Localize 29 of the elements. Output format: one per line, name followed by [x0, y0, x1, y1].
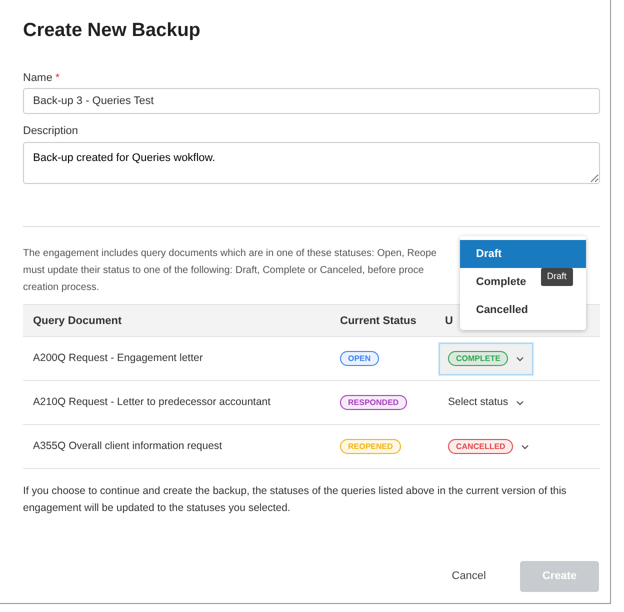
column-header: Current Status — [340, 314, 416, 327]
caret-icon — [516, 400, 524, 406]
dialog-title: Create New Backup — [23, 20, 202, 43]
menu-item[interactable]: Draft — [460, 240, 586, 268]
status-select[interactable]: CANCELLED — [439, 430, 538, 463]
name-field[interactable]: Back-up 3 - Queries Test — [23, 88, 600, 114]
status-badge: RESPONDED — [340, 394, 407, 410]
field-label: Description — [23, 124, 80, 140]
cancel-button[interactable]: Cancel — [436, 562, 502, 591]
description-field[interactable]: Back-up created for Queries wokflow. — [23, 142, 600, 184]
status-select[interactable]: Select status — [439, 386, 534, 419]
document-name: A210Q Request - Letter to predecessor accountant — [33, 396, 271, 408]
caret-icon — [516, 356, 524, 362]
footer-note: If you choose to continue and create the backup, the statuses of the queries listed above in the current version of this engagement will be updated to the statuses you selected. — [23, 484, 568, 516]
status-badge: COMPLETE — [448, 351, 508, 366]
document-name: A200Q Request - Engagement letter — [33, 352, 203, 364]
menu-item[interactable]: Cancelled — [460, 296, 586, 324]
select-placeholder: Select status — [448, 394, 508, 410]
status-badge: REOPENED — [340, 438, 401, 454]
status-badge: CANCELLED — [448, 439, 514, 454]
field-label: Name — [23, 70, 52, 86]
column-header: U — [445, 314, 453, 327]
info-paragraph: The engagement includes query documents which are in one of these statuses: Open, Reope must update their status to one of the following: Draft, Complete or Canceled, before proce creation process. — [23, 247, 437, 296]
document-name: A355Q Overall client information request — [33, 440, 222, 452]
caret-icon — [521, 444, 530, 450]
column-header: Query Document — [33, 314, 122, 327]
tooltip: Draft — [541, 268, 573, 286]
status-badge: OPEN — [340, 350, 379, 366]
required-mark: * — [55, 70, 60, 86]
